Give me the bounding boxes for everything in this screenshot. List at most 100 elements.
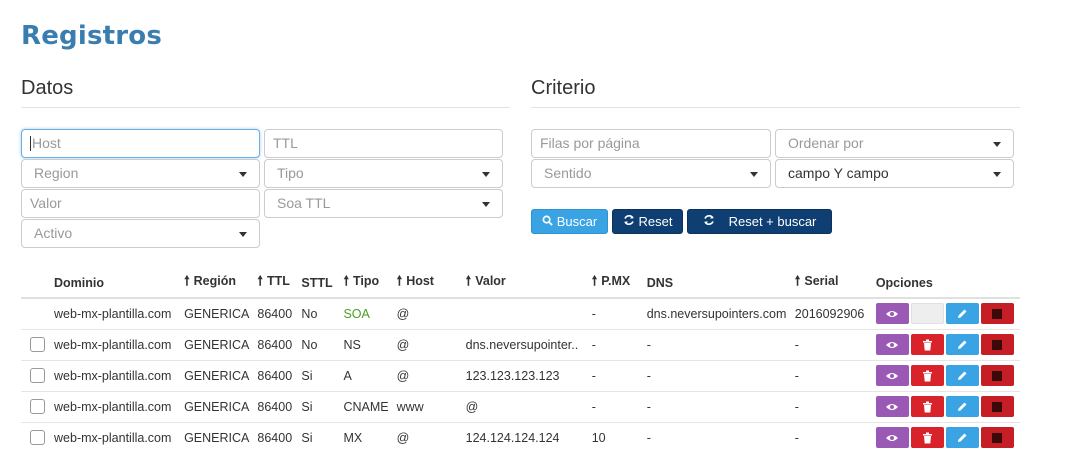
tipo-select[interactable]: Tipo	[264, 159, 503, 188]
deactivate-button[interactable]	[980, 303, 1014, 325]
view-button[interactable]	[875, 427, 909, 449]
campo-value: campo Y campo	[788, 165, 889, 181]
header-tipo[interactable]: 🠕 Tipo	[339, 268, 393, 299]
dns-value: -	[646, 368, 651, 383]
valor-value: 123.123.123.123	[465, 368, 560, 383]
cell-valor	[461, 297, 588, 329]
caret-down-icon	[750, 172, 758, 177]
cell-pmx: -	[587, 390, 643, 422]
arrow-up-icon: 🠕	[257, 272, 263, 288]
cell-dns: -	[642, 390, 791, 422]
header-valor[interactable]: 🠕 Valor	[461, 268, 588, 299]
host-placeholder: Host	[32, 135, 61, 151]
cell-dominio: web-mx-plantilla.com	[50, 359, 181, 391]
activo-select[interactable]: Activo	[21, 219, 260, 248]
header-dns[interactable]: DNS	[642, 268, 791, 299]
edit-button[interactable]	[945, 427, 979, 449]
edit-button[interactable]	[945, 334, 979, 355]
header-host[interactable]: 🠕 Host	[392, 268, 462, 299]
table-row: web-mx-plantilla.com GENERICA 86400 Si CNAME…	[21, 390, 1020, 422]
host-input[interactable]: Host	[21, 129, 260, 158]
region-select[interactable]: Region	[21, 159, 260, 188]
table-header-row: Dominio 🠕 Región 🠕 TTL STTL 🠕 Tipo 🠕 Host 🠕 V…	[21, 268, 1020, 299]
delete-button[interactable]	[910, 427, 944, 449]
cell-serial: -	[790, 421, 872, 453]
host-value: @	[396, 368, 410, 383]
reset-buscar-button[interactable]: Reset + buscar	[687, 209, 832, 234]
host-value: @	[396, 306, 410, 321]
cell-dns: -	[642, 328, 791, 360]
row-checkbox[interactable]	[30, 368, 45, 384]
edit-button[interactable]	[945, 396, 979, 417]
row-checkbox[interactable]	[30, 399, 45, 415]
datos-title: Datos	[21, 77, 74, 99]
cell-host: www	[392, 390, 462, 422]
edit-button[interactable]	[945, 303, 979, 325]
header-serial[interactable]: 🠕 Serial	[790, 268, 872, 299]
delete-button[interactable]	[910, 334, 944, 355]
ttl-input[interactable]: TTL	[264, 129, 503, 158]
dns-value: -	[646, 337, 651, 352]
eye-icon	[885, 430, 899, 444]
region-placeholder: Region	[34, 165, 79, 181]
stop-icon	[992, 337, 1003, 351]
view-button[interactable]	[875, 334, 909, 355]
view-button[interactable]	[875, 303, 909, 325]
deactivate-button[interactable]	[980, 427, 1014, 449]
arrow-up-icon: 🠕	[591, 272, 598, 288]
cell-serial: -	[790, 359, 872, 391]
filas-por-pagina-input[interactable]: Filas por página	[531, 129, 771, 158]
trash-icon	[922, 337, 933, 351]
view-button[interactable]	[875, 365, 909, 386]
soa-ttl-select[interactable]: Soa TTL	[264, 189, 503, 218]
region-value: GENERICA	[184, 306, 250, 321]
tipo-placeholder: Tipo	[277, 165, 304, 181]
view-button[interactable]	[875, 396, 909, 417]
campo-select[interactable]: campo Y campo	[775, 159, 1014, 188]
pencil-icon	[956, 430, 968, 444]
reset-button[interactable]: Reset	[612, 209, 683, 234]
cell-region: GENERICA	[180, 421, 254, 453]
caret-down-icon	[239, 172, 247, 177]
pencil-icon	[956, 337, 968, 351]
sentido-select[interactable]: Sentido	[531, 159, 771, 188]
header-region[interactable]: 🠕 Región	[180, 268, 254, 299]
row-checkbox[interactable]	[30, 430, 45, 446]
header-select	[21, 268, 51, 299]
header-ttl[interactable]: 🠕 TTL	[253, 268, 298, 299]
cell-host: @	[392, 297, 462, 329]
cell-ttl: 86400	[253, 359, 298, 391]
activo-placeholder: Activo	[34, 225, 73, 241]
host-value: @	[396, 337, 410, 352]
delete-button[interactable]	[910, 396, 944, 417]
deactivate-button[interactable]	[980, 365, 1014, 386]
valor-input[interactable]: Valor	[21, 189, 260, 218]
cell-select	[21, 297, 51, 329]
cell-host: @	[392, 359, 462, 391]
cell-dns: -	[642, 359, 791, 391]
sttl-value: Si	[301, 430, 313, 445]
stop-icon	[992, 430, 1003, 444]
caret-down-icon	[482, 172, 490, 177]
cell-dominio: web-mx-plantilla.com	[50, 297, 181, 329]
ordenar-por-select[interactable]: Ordenar por	[775, 129, 1014, 158]
cell-ttl: 86400	[253, 297, 298, 329]
header-sttl[interactable]: STTL	[297, 268, 340, 299]
cell-serial: -	[790, 328, 872, 360]
stop-icon	[992, 368, 1003, 382]
delete-button[interactable]	[910, 365, 944, 386]
cell-dominio: web-mx-plantilla.com	[50, 328, 181, 360]
header-pmx[interactable]: 🠕 P.MX	[587, 268, 643, 299]
row-checkbox[interactable]	[30, 337, 45, 353]
buscar-button[interactable]: Buscar	[531, 209, 608, 234]
arrow-up-icon: 🠕	[343, 272, 350, 288]
dominio-value: web-mx-plantilla.com	[54, 399, 172, 414]
serial-value: 2016092906	[794, 306, 865, 321]
header-dominio[interactable]: Dominio	[50, 268, 181, 299]
cell-pmx: -	[587, 328, 643, 360]
deactivate-button[interactable]	[980, 396, 1014, 417]
pencil-icon	[956, 306, 968, 320]
deactivate-button[interactable]	[980, 334, 1014, 355]
edit-button[interactable]	[945, 365, 979, 386]
cell-tipo: SOA	[339, 297, 393, 329]
